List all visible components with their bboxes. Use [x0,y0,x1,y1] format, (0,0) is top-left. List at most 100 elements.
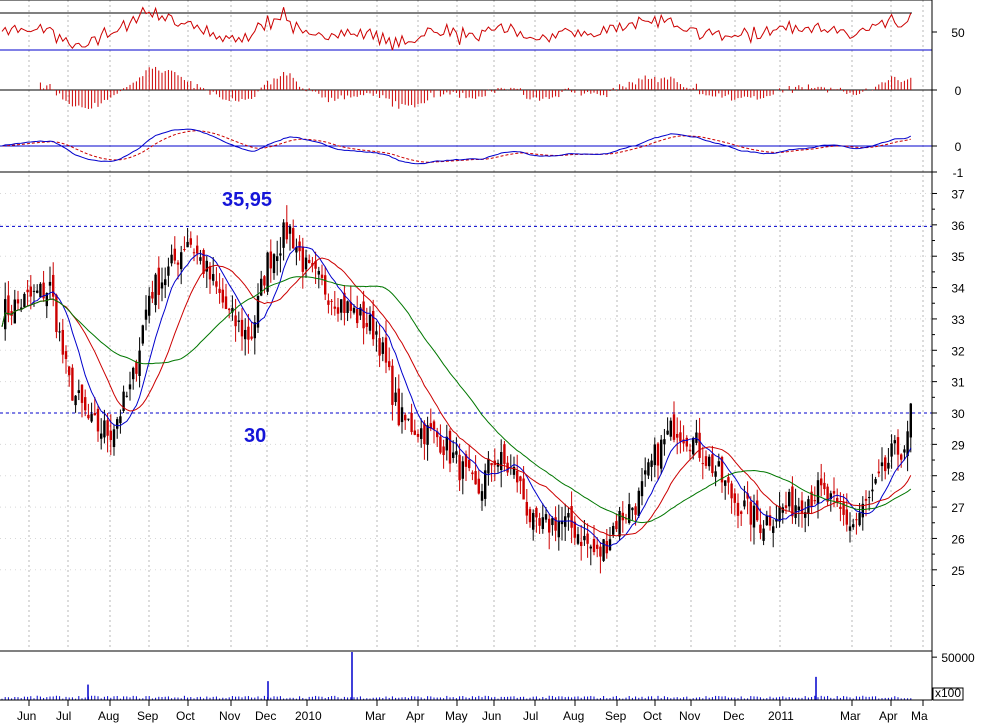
candle-body [96,408,100,432]
candle-body [701,463,704,465]
candle-body [384,337,388,363]
candle-body [324,275,327,295]
candle-body [660,439,663,469]
candle-body [247,326,250,340]
candle-body [388,361,391,368]
candle-body [221,289,224,303]
candle-body [711,454,714,474]
x-axis-label: Aug [563,709,584,723]
candle-body [477,478,480,494]
candle-body [704,456,708,466]
candle-body [480,491,484,501]
candle-body [663,439,666,445]
x-axis-label: Sep [605,709,627,723]
candle-body [874,479,877,484]
candle-body [532,512,535,530]
candle-body [816,480,820,505]
candle-body [26,289,29,293]
candle-body [823,482,826,490]
candle-body [845,509,848,525]
candle-body [68,366,71,376]
candle-body [672,414,676,440]
candle-body [234,315,237,327]
candle-body [285,222,288,240]
candle-body [893,440,896,444]
candle-body [109,430,112,440]
candle-body [890,443,893,457]
candle-body [884,457,887,472]
candle-body [237,320,240,322]
candle-body [346,301,349,313]
candle-body [263,276,266,286]
candle-body [397,388,400,426]
x-axis-label: May [445,709,468,723]
candle-body [634,506,637,515]
candle-body [656,443,660,466]
candle-body [103,420,106,438]
candle-body [535,507,538,518]
candle-body [356,308,359,324]
candle-body [615,521,618,530]
candle-body [586,533,589,544]
x-axis-label: Jul [56,709,71,723]
x-axis-label: Jul [523,709,538,723]
candle-body [106,420,109,436]
candle-body [432,421,436,430]
candle-body [448,430,452,464]
candle-body [736,502,740,516]
candle-body [151,291,154,299]
candle-body [426,425,429,445]
candle-body [519,476,522,482]
candle-body [778,506,781,522]
candle-body [279,253,282,256]
candle-body [538,518,541,526]
candle-body [48,281,52,286]
candle-body [887,462,890,469]
candle-body [36,290,39,293]
candle-body [452,452,455,458]
candle-body [74,395,77,406]
candle-body [327,300,330,305]
candle-body [141,325,144,344]
candle-body [272,254,276,274]
candle-body [32,290,36,292]
candle-body [61,329,64,355]
candle-body [461,461,464,479]
candle-body [669,420,672,437]
histogram-axis-label: 0 [955,84,962,98]
candle-body [404,414,407,421]
candle-body [176,262,180,265]
x-axis-label: Sep [137,709,159,723]
candle-body [650,460,653,467]
x-axis-label: Mar [365,709,386,723]
candle-body [77,390,80,393]
candle-body [244,329,247,340]
candle-body [522,478,525,500]
candle-body [490,463,493,466]
candle-body [500,451,503,471]
x-axis-label: Dec [723,709,744,723]
candle-body [503,444,506,464]
candle-body [525,501,528,516]
candle-body [154,274,157,306]
candle-body [84,397,87,411]
candle-body [304,257,308,270]
candle-body [119,416,122,424]
candle-body [666,430,669,435]
candle-body [784,505,788,508]
candle-body [288,226,292,234]
candle-body [173,248,176,261]
stock-chart: 50 0 0 -1 25 26 27 28 29 30 31 32 33 34 35 36 37 50000 x10… [0,0,990,723]
candle-body [292,228,295,249]
candle-body [455,451,458,455]
x-axis-label: Nov [679,709,700,723]
candle-body [112,429,116,448]
candle-body [381,342,384,354]
x-axis-label: Jun [17,709,36,723]
candle-body [196,245,199,254]
candle-body [23,293,26,308]
candle-body [167,266,170,276]
candle-body [468,459,471,469]
macd-axis-label: 0 [955,140,962,154]
candle-body [679,432,682,442]
